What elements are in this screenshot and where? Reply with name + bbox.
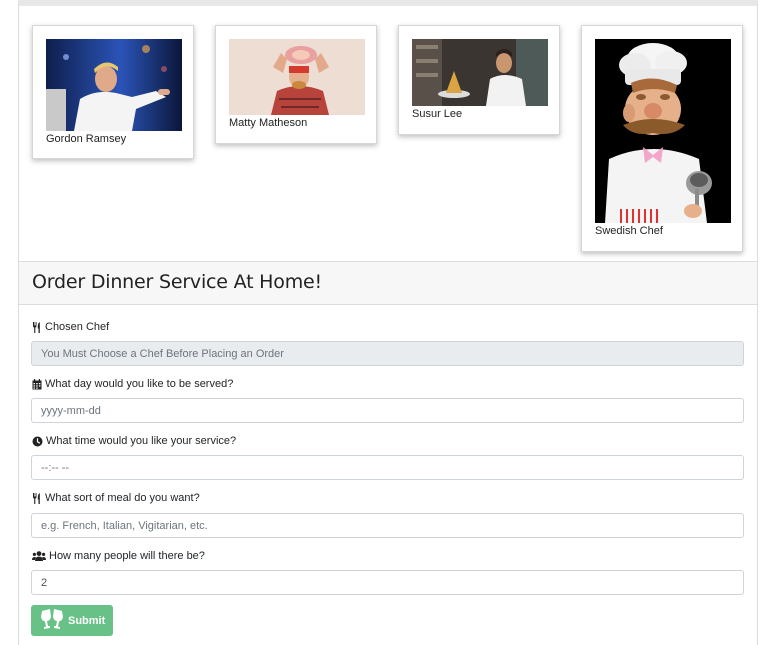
chef-photo-matty-matheson — [229, 39, 365, 115]
page-title: Order Dinner Service At Home! — [32, 271, 322, 293]
submit-button[interactable]: Submit — [31, 605, 113, 636]
time-label: What time would you like your service? — [32, 435, 236, 447]
chef-photo-susur-lee — [412, 39, 548, 106]
chef-photo-swedish-chef — [595, 39, 731, 223]
order-form-header: Order Dinner Service At Home! — [19, 262, 757, 305]
utensils-icon — [32, 321, 42, 333]
meal-label-text: What sort of meal do you want? — [45, 492, 200, 504]
time-input[interactable]: --:-- -- — [31, 455, 744, 480]
chef-selection-panel: Gordon Ramsey Matty Matheson Susur Lee S… — [18, 0, 758, 262]
date-label-text: What day would you like to be served? — [45, 378, 234, 390]
chef-name-label: Susur Lee — [412, 108, 463, 120]
chef-card-swedish-chef[interactable]: Swedish Chef — [581, 25, 743, 252]
chosen-chef-label: Chosen Chef — [32, 321, 109, 333]
date-input[interactable]: yyyy-mm-dd — [31, 398, 744, 423]
chef-card-gordon-ramsey[interactable]: Gordon Ramsey — [32, 25, 194, 159]
submit-button-label: Submit — [68, 614, 106, 627]
meal-label: What sort of meal do you want? — [32, 492, 200, 504]
utensils-icon — [32, 492, 42, 504]
people-label-text: How many people will there be? — [49, 550, 205, 562]
clock-icon — [32, 436, 43, 447]
people-label: How many people will there be? — [32, 550, 205, 562]
chosen-chef-label-text: Chosen Chef — [45, 321, 110, 333]
chef-photo-gordon-ramsey — [46, 39, 182, 131]
chef-name-label: Matty Matheson — [229, 117, 308, 129]
meal-input[interactable]: e.g. French, Italian, Vigitarian, etc. — [31, 513, 744, 538]
time-label-text: What time would you like your service? — [46, 435, 237, 447]
chosen-chef-field: You Must Choose a Chef Before Placing an… — [31, 341, 744, 366]
calendar-icon — [32, 378, 42, 390]
champagne-glasses-icon — [39, 608, 65, 633]
order-form-card: Order Dinner Service At Home! Chosen Che… — [18, 261, 758, 645]
chef-card-matty-matheson[interactable]: Matty Matheson — [215, 25, 377, 144]
users-icon — [32, 551, 46, 561]
people-input[interactable]: 2 — [31, 570, 744, 595]
chef-name-label: Swedish Chef — [595, 225, 663, 237]
date-label: What day would you like to be served? — [32, 378, 233, 390]
chef-name-label: Gordon Ramsey — [46, 133, 127, 145]
chef-card-susur-lee[interactable]: Susur Lee — [398, 25, 560, 135]
